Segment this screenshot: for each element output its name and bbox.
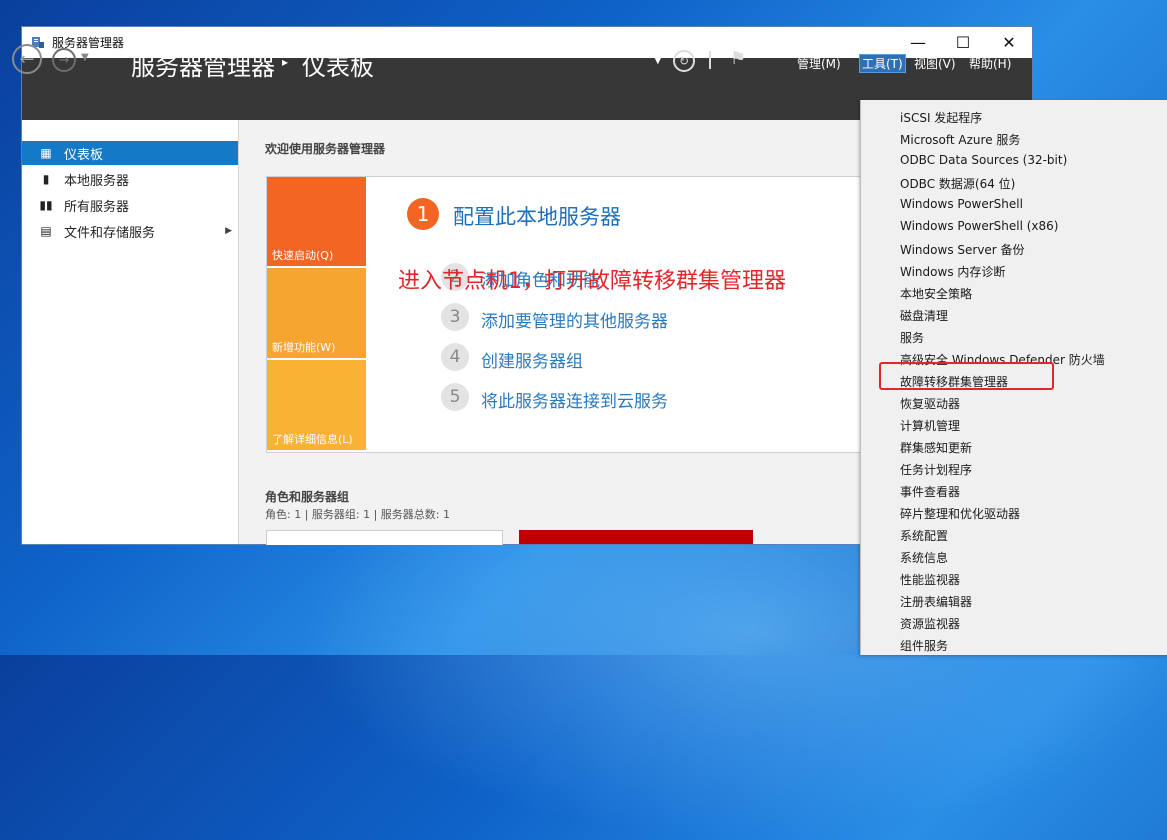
tools-menu-item[interactable]: iSCSI 发起程序 xyxy=(900,109,982,126)
tools-menu-item[interactable]: Windows PowerShell (x86) xyxy=(900,219,1058,233)
tools-menu-item[interactable]: 服务 xyxy=(900,329,924,346)
sidebar-item-label: 所有服务器 xyxy=(64,199,130,215)
tools-menu-item[interactable]: 碎片整理和优化驱动器 xyxy=(900,505,1020,522)
close-button[interactable]: ✕ xyxy=(986,27,1032,58)
tools-menu-item[interactable]: Microsoft Azure 服务 xyxy=(900,131,1020,148)
notification-dropdown-icon[interactable]: ▼ xyxy=(654,55,662,66)
page-title: 仪表板 xyxy=(302,53,374,81)
notification-flag-icon[interactable]: ⚑ xyxy=(730,48,746,69)
step-create-server-group[interactable]: 创建服务器组 xyxy=(481,347,583,372)
history-dropdown-icon[interactable]: ▼ xyxy=(81,52,89,63)
back-arrow-icon[interactable]: ← xyxy=(12,44,42,74)
tools-menu-item[interactable]: 本地安全策略 xyxy=(900,285,972,302)
tools-menu-item[interactable]: 性能监视器 xyxy=(900,571,960,588)
role-card[interactable] xyxy=(266,530,503,545)
breadcrumb-separator: ▸ xyxy=(282,55,289,69)
tile-label: 快速启动(Q) xyxy=(272,249,334,262)
sidebar-item-all-servers[interactable]: ▮▮ 所有服务器 xyxy=(22,193,238,217)
toolbar-divider xyxy=(709,51,711,69)
roles-summary: 角色: 1 | 服务器组: 1 | 服务器总数: 1 xyxy=(265,508,451,521)
tools-menu-item[interactable]: 事件查看器 xyxy=(900,483,960,500)
tools-menu-item[interactable]: ODBC Data Sources (32-bit) xyxy=(900,153,1067,167)
tools-menu-item[interactable]: 任务计划程序 xyxy=(900,461,972,478)
sidebar-item-label: 文件和存储服务 xyxy=(64,225,156,241)
tools-menu-item[interactable]: 磁盘清理 xyxy=(900,307,948,324)
tools-menu-item[interactable]: 系统信息 xyxy=(900,549,948,566)
breadcrumb-app[interactable]: 服务器管理器 xyxy=(131,47,275,82)
highlight-annotation-box xyxy=(879,362,1054,390)
menu-help[interactable]: 帮助(H) xyxy=(969,55,1011,72)
tile-quick-start[interactable]: 快速启动(Q) xyxy=(267,177,366,266)
tools-menu-item[interactable]: Windows 内存诊断 xyxy=(900,263,1005,280)
step-configure-local-server[interactable]: 配置此本地服务器 xyxy=(453,201,621,231)
step-number: 5 xyxy=(441,383,469,411)
refresh-icon[interactable]: ↻ xyxy=(673,50,695,72)
minimize-button[interactable]: — xyxy=(895,27,941,58)
roles-heading: 角色和服务器组 xyxy=(265,490,350,504)
sidebar: ▦ 仪表板 ▮ 本地服务器 ▮▮ 所有服务器 ▤ 文件和存储服务 ▶ xyxy=(22,120,239,544)
tools-menu-item[interactable]: 资源监视器 xyxy=(900,615,960,632)
sidebar-item-local-server[interactable]: ▮ 本地服务器 xyxy=(22,167,238,191)
tools-menu-item[interactable]: 群集感知更新 xyxy=(900,439,972,456)
welcome-heading: 欢迎使用服务器管理器 xyxy=(265,142,386,156)
step-connect-cloud[interactable]: 将此服务器连接到云服务 xyxy=(481,387,668,412)
server-icon: ▮ xyxy=(42,172,50,186)
sidebar-item-label: 本地服务器 xyxy=(64,173,130,189)
tools-menu-item[interactable]: 系统配置 xyxy=(900,527,948,544)
expand-arrow-icon[interactable]: ▶ xyxy=(225,226,232,236)
role-card-alert[interactable] xyxy=(519,530,753,544)
step-add-servers[interactable]: 添加要管理的其他服务器 xyxy=(481,307,668,332)
sidebar-item-dashboard[interactable]: ▦ 仪表板 xyxy=(22,141,238,165)
storage-icon: ▤ xyxy=(40,224,52,238)
tools-menu-item[interactable]: 注册表编辑器 xyxy=(900,593,972,610)
dashboard-icon: ▦ xyxy=(40,146,52,160)
step-number: 1 xyxy=(407,198,439,230)
tools-menu-item[interactable]: Windows PowerShell xyxy=(900,197,1023,211)
sidebar-item-file-storage[interactable]: ▤ 文件和存储服务 ▶ xyxy=(22,219,238,243)
sidebar-item-label: 仪表板 xyxy=(64,147,104,163)
forward-arrow-icon[interactable]: → xyxy=(52,48,76,72)
tools-menu-item[interactable]: 组件服务 xyxy=(900,637,948,654)
menu-manage[interactable]: 管理(M) xyxy=(797,55,841,72)
tile-label: 了解详细信息(L) xyxy=(272,433,353,446)
tutorial-annotation: 进入节点机1，打开故障转移群集管理器 xyxy=(398,269,786,294)
tile-label: 新增功能(W) xyxy=(272,341,336,354)
menu-view[interactable]: 视图(V) xyxy=(914,55,956,72)
step-number: 3 xyxy=(441,303,469,331)
step-number: 4 xyxy=(441,343,469,371)
servers-icon: ▮▮ xyxy=(39,198,53,212)
tools-menu-item[interactable]: ODBC 数据源(64 位) xyxy=(900,175,1015,192)
tools-menu-item[interactable]: Windows Server 备份 xyxy=(900,241,1025,258)
menu-tools[interactable]: 工具(T) xyxy=(859,54,906,73)
tile-learn-more[interactable]: 了解详细信息(L) xyxy=(267,360,366,450)
tools-menu-item[interactable]: 计算机管理 xyxy=(900,417,960,434)
tile-whats-new[interactable]: 新增功能(W) xyxy=(267,268,366,358)
maximize-button[interactable]: ☐ xyxy=(940,27,986,58)
tools-menu-item[interactable]: 恢复驱动器 xyxy=(900,395,960,412)
